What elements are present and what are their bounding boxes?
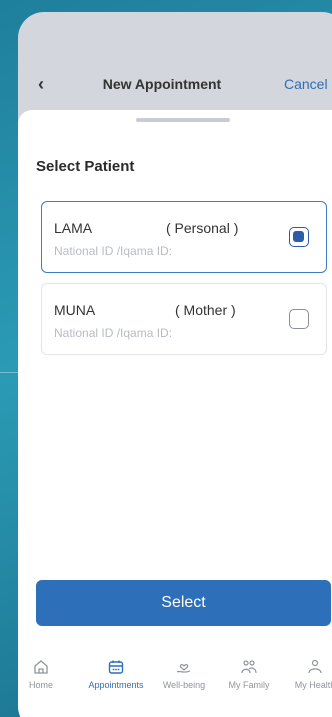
tab-well-being[interactable]: Well-being (149, 658, 219, 690)
patient-relation: ( Mother ) (175, 302, 236, 318)
patient-card-muna[interactable]: MUNA ( Mother ) National ID /Iqama ID: (41, 283, 327, 355)
select-button[interactable]: Select (36, 580, 331, 626)
calendar-icon (108, 660, 124, 674)
tab-label: My Health (294, 680, 332, 690)
redacted-id (178, 324, 260, 340)
navigation-bar: ‹ New Appointment Cancel (18, 68, 332, 108)
tab-label: Appointments (88, 680, 144, 690)
tab-appointments[interactable]: Appointments (81, 658, 151, 690)
wellbeing-icon (176, 664, 191, 673)
redacted-id (178, 242, 260, 258)
patient-checkbox-checked[interactable] (289, 227, 309, 247)
national-id-label: National ID /Iqama ID: (54, 326, 173, 340)
national-id-label: National ID /Iqama ID: (54, 244, 173, 258)
patient-checkbox-unchecked[interactable] (289, 309, 309, 329)
tab-label: Home (28, 680, 53, 690)
patient-name: LAMA (54, 220, 93, 236)
tab-label: Well-being (162, 680, 206, 690)
tab-my-health[interactable]: My Health (280, 658, 332, 690)
person-icon (308, 659, 322, 674)
patient-relation: ( Personal ) (166, 220, 239, 236)
tab-label: My Family (228, 680, 270, 690)
tab-home[interactable]: Home (18, 658, 76, 690)
sheet-title: Select Patient (36, 158, 135, 175)
bottom-sheet: Select Patient LAMA ( Personal ) Nationa… (18, 110, 332, 717)
cancel-button[interactable]: Cancel (284, 76, 328, 92)
tab-my-family[interactable]: My Family (214, 658, 284, 690)
phone-frame: ‹ New Appointment Cancel Select Patient … (18, 12, 332, 717)
patient-card-lama[interactable]: LAMA ( Personal ) National ID /Iqama ID: (41, 201, 327, 273)
bottom-tab-bar: Home Appointments Well-being My Family M… (18, 650, 332, 710)
sheet-drag-handle[interactable] (136, 118, 230, 122)
patient-name: MUNA (54, 302, 96, 318)
home-icon (34, 660, 48, 674)
family-icon (241, 660, 257, 674)
